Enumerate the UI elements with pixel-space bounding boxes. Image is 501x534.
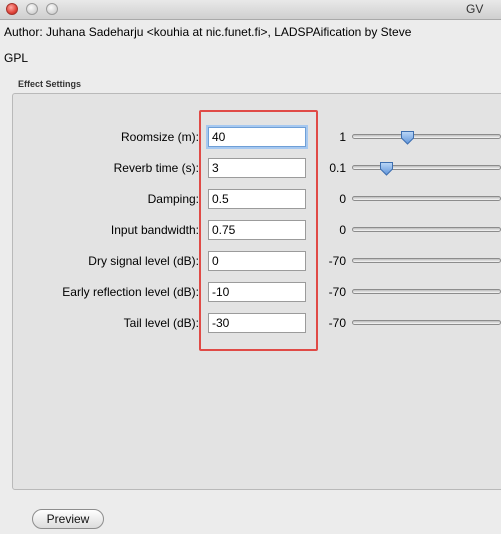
slider-min-label: -70 [328,254,346,268]
setting-label: Tail level (dB): [123,316,199,330]
setting-label: Input bandwidth: [110,223,199,237]
setting-slider[interactable] [352,258,501,263]
slider-thumb-icon[interactable] [400,130,415,145]
zoom-window-icon[interactable] [46,3,58,15]
setting-label: Roomsize (m): [120,130,199,144]
slider-thumb-icon[interactable] [379,161,394,176]
setting-slider[interactable] [352,227,501,232]
setting-slider[interactable] [352,162,501,176]
setting-label: Reverb time (s): [113,161,199,175]
setting-label: Early reflection level (dB): [62,285,199,299]
slider-min-label: 0 [339,223,346,237]
slider-min-label: 1 [339,130,346,144]
slider-min-label: -70 [328,316,346,330]
setting-label: Damping: [147,192,199,206]
minimize-window-icon[interactable] [26,3,38,15]
setting-slider[interactable] [352,131,501,145]
setting-slider[interactable] [352,289,501,294]
slider-min-label: -70 [328,285,346,299]
preview-button[interactable]: Preview [32,509,104,529]
slider-min-label: 0 [339,192,346,206]
slider-min-label: 0.1 [329,161,346,175]
setting-label: Dry signal level (dB): [88,254,199,268]
effect-settings-title: Effect Settings [18,79,82,89]
setting-slider[interactable] [352,320,501,325]
setting-slider[interactable] [352,196,501,201]
title-bar: GV [0,0,501,20]
window-title: GV [466,2,484,16]
close-window-icon[interactable] [6,3,18,15]
author-text: Author: Juhana Sadeharju <kouhia at nic.… [4,25,412,39]
license-text: GPL [4,51,29,65]
highlight-box [199,110,318,351]
